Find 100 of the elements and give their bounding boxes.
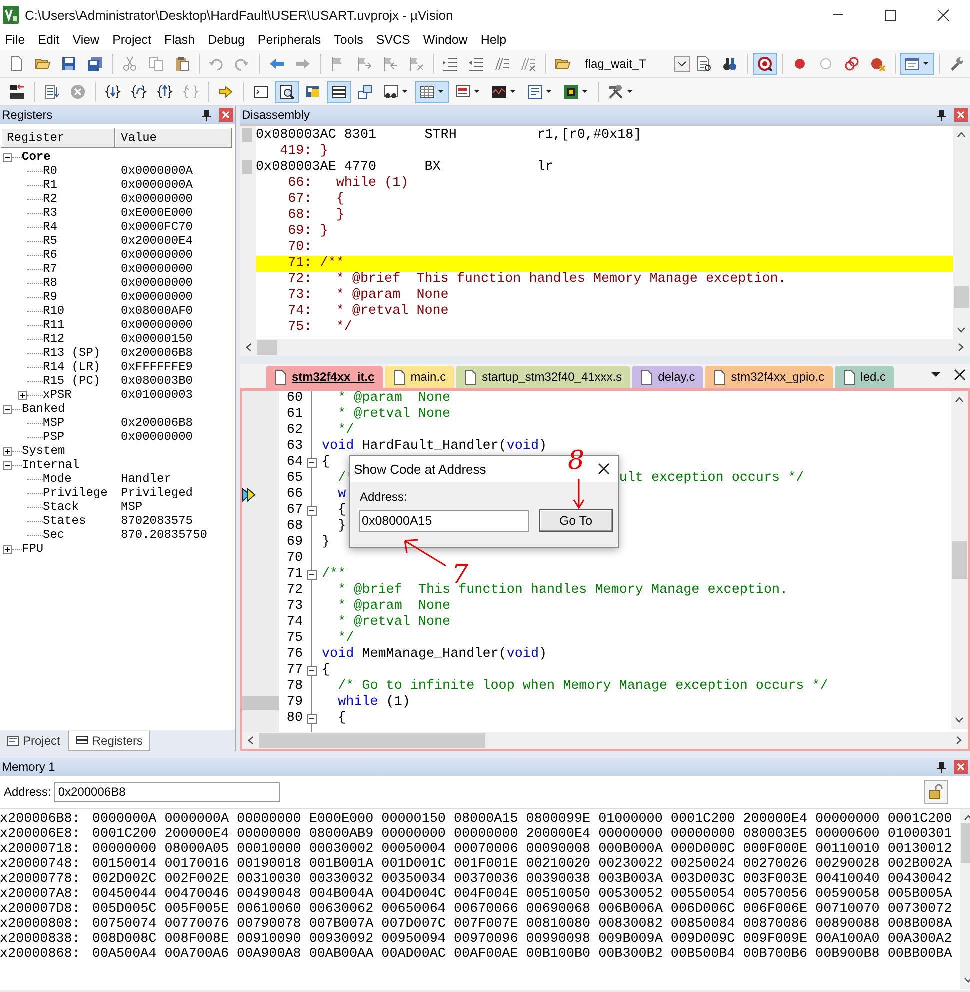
close-icon[interactable] [937, 8, 950, 22]
menu-item[interactable]: Tools [329, 33, 372, 47]
scrollbar[interactable] [240, 339, 970, 356]
expand-toggle-icon[interactable] [3, 460, 12, 470]
file-tab[interactable]: stm32f4xx_gpio.c [705, 366, 833, 388]
file-tab[interactable]: led.c [834, 366, 894, 388]
menu-item[interactable]: Peripherals [252, 33, 330, 47]
file-tab[interactable]: stm32f4xx_it.c [266, 366, 383, 388]
symbols-window-icon[interactable] [305, 84, 321, 100]
expand-toggle-icon[interactable] [3, 446, 12, 456]
register-group[interactable]: Banked [22, 402, 66, 416]
pin-icon[interactable] [200, 108, 213, 122]
braces-arrow-icon[interactable] [157, 84, 173, 100]
close-icon[interactable] [598, 463, 610, 475]
binoculars-icon[interactable] [722, 56, 738, 72]
register-group[interactable]: Core [22, 150, 51, 164]
debug-magnifier-icon[interactable] [757, 56, 774, 72]
wrench-icon[interactable] [949, 56, 966, 72]
menu-item[interactable]: Edit [33, 33, 68, 47]
clipboard-icon[interactable] [174, 56, 190, 72]
fold-toggle-icon[interactable] [306, 665, 318, 677]
waveform-window-icon[interactable] [491, 84, 507, 100]
window-magnifier-icon[interactable] [279, 84, 295, 100]
command-window-icon[interactable] [253, 84, 269, 100]
indent-icon[interactable] [442, 56, 458, 72]
fold-toggle-icon[interactable] [306, 505, 318, 517]
register-group[interactable]: FPU [22, 542, 44, 556]
document-down-arrow-icon[interactable] [44, 84, 60, 100]
menu-item[interactable]: Debug [203, 33, 253, 47]
menu-item[interactable]: SVCS [371, 33, 418, 47]
file-tab[interactable]: main.c [384, 366, 454, 388]
dropdown-arrow-icon[interactable] [401, 88, 409, 95]
panel-tab[interactable]: Project [0, 731, 66, 751]
address-field[interactable]: 0x08000A15 [359, 510, 529, 532]
dropdown-arrow-icon[interactable] [626, 88, 634, 95]
file-tab[interactable]: delay.c [632, 366, 704, 388]
expand-toggle-icon[interactable] [3, 152, 12, 162]
register-rows-icon[interactable] [331, 84, 347, 100]
dropdown-arrow-icon[interactable] [545, 88, 553, 95]
comment-lines-icon[interactable] [494, 56, 510, 72]
close-icon[interactable] [954, 369, 966, 381]
expand-toggle-icon[interactable] [3, 404, 12, 414]
column-header[interactable]: Value [115, 128, 232, 148]
panel-tab[interactable]: Registers [68, 731, 150, 751]
flag-arrow-icon[interactable] [356, 56, 372, 72]
menu-item[interactable]: Help [476, 33, 515, 47]
find-document-icon[interactable] [696, 56, 712, 72]
dropdown-arrow-icon[interactable] [509, 88, 517, 95]
padlock-icon[interactable] [927, 783, 945, 801]
stacked-floppy-icon[interactable] [87, 56, 103, 72]
uncomment-lines-icon[interactable] [520, 56, 536, 72]
memory-value: 00310030 [237, 872, 302, 887]
source-line: 66: while (1) [287, 176, 409, 192]
scrollbar[interactable] [951, 391, 968, 729]
flag-cross-icon[interactable] [408, 56, 424, 72]
register-group[interactable]: Internal [22, 458, 80, 472]
menu-item[interactable]: File [0, 33, 34, 47]
scrollbar[interactable] [242, 732, 968, 749]
fold-toggle-icon[interactable] [306, 457, 318, 469]
expand-toggle-icon[interactable] [18, 390, 27, 400]
outdent-icon[interactable] [468, 56, 484, 72]
arrow-icon[interactable] [218, 84, 234, 100]
braces-arrow-icon[interactable] [105, 84, 121, 100]
file-tab[interactable]: startup_stm32f40_41xxx.s [456, 366, 630, 388]
reset-chip-icon[interactable] [9, 84, 25, 100]
menu-item[interactable]: Project [108, 33, 160, 47]
fold-toggle-icon[interactable] [306, 713, 318, 725]
fold-toggle-icon[interactable] [306, 569, 318, 581]
dropdown-arrow-icon[interactable] [473, 88, 481, 95]
address-field[interactable]: 0x200006B8 [54, 782, 280, 802]
window-layout-icon[interactable] [904, 56, 920, 72]
dropdown-arrow-icon[interactable] [922, 60, 930, 67]
column-header[interactable]: Register [1, 128, 115, 148]
breakpoint-cross-icon[interactable] [870, 56, 886, 72]
pin-icon[interactable] [935, 108, 948, 122]
scissors-icon[interactable] [122, 56, 138, 72]
pin-icon[interactable] [935, 760, 948, 774]
scrollbar[interactable] [953, 126, 970, 339]
find-combo[interactable]: flag_wait_T [580, 52, 692, 74]
braces-arrow-icon[interactable] [131, 84, 147, 100]
expand-toggle-icon[interactable] [3, 544, 12, 554]
menu-item[interactable]: Flash [159, 33, 204, 47]
dropdown-arrow-icon[interactable] [581, 88, 589, 95]
maximize-icon[interactable] [884, 8, 897, 22]
memory-value: 00730072 [888, 902, 954, 917]
window-glasses-icon[interactable] [383, 84, 399, 100]
flag-arrow-icon[interactable] [382, 56, 398, 72]
list-window-icon[interactable] [527, 84, 543, 100]
go-to-button[interactable]: Go To [539, 509, 613, 532]
menu-item[interactable]: Window [418, 33, 476, 47]
memory-grid-icon[interactable] [419, 84, 435, 100]
new-file-icon[interactable] [9, 56, 25, 72]
linked-rings-icon[interactable] [844, 56, 860, 72]
register-group[interactable]: System [22, 444, 66, 458]
terminal-window-icon[interactable] [455, 84, 471, 100]
chip-board-icon[interactable] [563, 84, 579, 100]
menu-item[interactable]: View [68, 33, 108, 47]
stacked-windows-icon[interactable] [357, 84, 373, 100]
dropdown-arrow-icon[interactable] [437, 88, 445, 95]
hammer-wrench-icon[interactable] [608, 84, 624, 100]
